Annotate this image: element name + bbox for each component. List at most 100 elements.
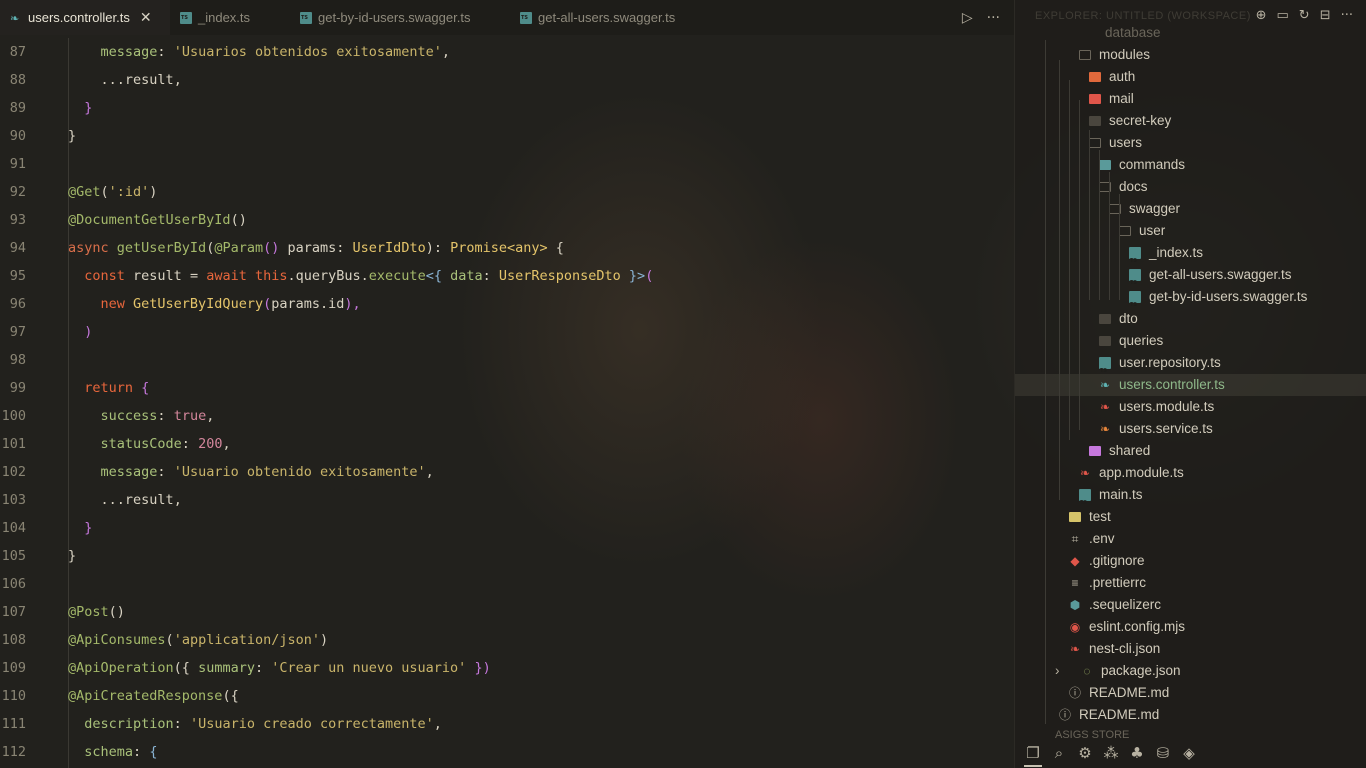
- tree-item[interactable]: ❧ users.controller.ts: [1015, 374, 1366, 396]
- run-icon[interactable]: ▷: [962, 10, 973, 26]
- code-line[interactable]: 103 ...result,: [0, 486, 1014, 514]
- code-line[interactable]: 93 @DocumentGetUserById(): [0, 206, 1014, 234]
- tree-item[interactable]: ≡ .prettierrc: [1015, 572, 1366, 594]
- code-line[interactable]: 111 description: 'Usuario creado correct…: [0, 710, 1014, 738]
- tree-item[interactable]: queries: [1015, 330, 1366, 352]
- panel-switcher: ❐ ⌕ ⚙ ⁂ ♣ ⛁ ◈: [1014, 738, 1366, 768]
- code-line[interactable]: 90}: [0, 122, 1014, 150]
- npm-icon: ◌: [1083, 664, 1091, 678]
- code-line[interactable]: 104 }: [0, 514, 1014, 542]
- code-line[interactable]: 97 ): [0, 318, 1014, 346]
- tree-icon[interactable]: ♣: [1128, 744, 1146, 762]
- code-line[interactable]: 94 async getUserById(@Param() params: Use…: [0, 234, 1014, 262]
- refresh-icon[interactable]: ↻: [1299, 8, 1310, 23]
- tree-item[interactable]: shared: [1015, 440, 1366, 462]
- nestjs-icon: ❧: [1099, 422, 1111, 436]
- code-line[interactable]: 107 @Post(): [0, 598, 1014, 626]
- tree-item[interactable]: get-by-id-users.swagger.ts: [1015, 286, 1366, 316]
- tree-item[interactable]: modules: [1015, 44, 1366, 66]
- tree-item[interactable]: _index.ts: [1015, 242, 1366, 272]
- tree-item-label: docs: [1119, 179, 1148, 194]
- code-token: ,: [206, 408, 215, 424]
- tab-users-controller-ts[interactable]: ❧ users.controller.ts ✕: [0, 0, 170, 35]
- tree-item[interactable]: ❧ users.service.ts: [1015, 418, 1366, 440]
- tree-item[interactable]: ◌ › package.json: [1015, 660, 1366, 682]
- collapse-all-icon[interactable]: ⊟: [1320, 8, 1331, 23]
- tree-item-label: users: [1109, 135, 1143, 150]
- more-icon[interactable]: ···: [1341, 8, 1353, 23]
- tree-item[interactable]: ⓘ README.md: [1015, 682, 1366, 704]
- tree-item[interactable]: ◉ eslint.config.mjs: [1015, 616, 1366, 638]
- tree-item[interactable]: swagger: [1015, 198, 1366, 220]
- code-text: }: [68, 542, 76, 570]
- code-line[interactable]: 108 @ApiConsumes('application/json'): [0, 626, 1014, 654]
- code-line[interactable]: 95 const result = await this.queryBus.ex…: [0, 262, 1014, 290]
- tree-item[interactable]: ❧ users.module.ts: [1015, 396, 1366, 418]
- extensions-icon[interactable]: ⁂: [1102, 744, 1120, 762]
- eslint-icon: ◉: [1069, 620, 1081, 634]
- tree-item[interactable]: secret-key: [1015, 110, 1366, 132]
- tree-item[interactable]: auth: [1015, 66, 1366, 88]
- tree-item-label: user: [1139, 223, 1166, 238]
- code-line[interactable]: 99 return {: [0, 374, 1014, 402]
- tab-get-all-users-swagger-ts[interactable]: get-all-users.swagger.ts: [510, 0, 700, 35]
- tree-item[interactable]: docs: [1015, 176, 1366, 198]
- code-line[interactable]: 101 statusCode: 200,: [0, 430, 1014, 458]
- new-file-icon[interactable]: ⊕: [1256, 8, 1267, 23]
- test-folder-icon: [1069, 512, 1081, 522]
- new-folder-icon[interactable]: ▭: [1276, 8, 1288, 23]
- tree-item[interactable]: mail: [1015, 88, 1366, 110]
- tree-item[interactable]: test: [1015, 506, 1366, 528]
- code-line[interactable]: 112 schema: {: [0, 738, 1014, 766]
- tree-item[interactable]: user: [1015, 220, 1366, 242]
- typescript-icon: [1129, 291, 1141, 316]
- tree-item-label: commands: [1119, 157, 1186, 172]
- code-token: ,: [173, 72, 182, 88]
- layers-icon[interactable]: ◈: [1180, 744, 1198, 762]
- tree-item[interactable]: ⬢ .sequelizerc: [1015, 594, 1366, 616]
- tree-item[interactable]: user.repository.ts: [1015, 352, 1366, 382]
- code-line[interactable]: 110 @ApiCreatedResponse({: [0, 682, 1014, 710]
- code-token: (: [165, 632, 174, 648]
- tree-item[interactable]: ◆ .gitignore: [1015, 550, 1366, 572]
- code-line[interactable]: 88 ...result,: [0, 66, 1014, 94]
- tree-item[interactable]: ⓘ README.md: [1015, 704, 1366, 726]
- tab--index-ts[interactable]: _index.ts: [170, 0, 290, 35]
- tree-item[interactable]: get-all-users.swagger.ts: [1015, 264, 1366, 294]
- code-line[interactable]: 89 }: [0, 94, 1014, 122]
- source-control-icon[interactable]: ⚙: [1076, 744, 1094, 762]
- chevron-right-icon[interactable]: ›: [1055, 660, 1060, 682]
- code-line[interactable]: 91: [0, 150, 1014, 178]
- more-actions-icon[interactable]: ···: [987, 10, 1000, 26]
- info-icon: ⓘ: [1059, 708, 1072, 722]
- code-line[interactable]: 106: [0, 570, 1014, 598]
- code-line[interactable]: 98: [0, 346, 1014, 374]
- code-line[interactable]: 102 message: 'Usuario obtenido exitosame…: [0, 458, 1014, 486]
- tree-item[interactable]: main.ts: [1015, 484, 1366, 514]
- code-editor[interactable]: ❧ users.controller.ts ✕ _index.ts get-by-id-…: [0, 0, 1014, 768]
- code-line[interactable]: 100 success: true,: [0, 402, 1014, 430]
- tree-item[interactable]: users: [1015, 132, 1366, 154]
- code-line[interactable]: 105}: [0, 542, 1014, 570]
- tree-item[interactable]: ❧ app.module.ts: [1015, 462, 1366, 484]
- tree-item[interactable]: ⌗ .env: [1015, 528, 1366, 550]
- folder-icon: [1099, 336, 1111, 346]
- tree-item-partial-top[interactable]: database: [1015, 22, 1366, 44]
- tree-item[interactable]: dto: [1015, 308, 1366, 330]
- code-token: statusCode: [100, 436, 182, 452]
- tree-item[interactable]: ❧ nest-cli.json: [1015, 638, 1366, 660]
- code-line[interactable]: 96 new GetUserByIdQuery(params.id),: [0, 290, 1014, 318]
- search-icon[interactable]: ⌕: [1050, 744, 1068, 762]
- files-icon[interactable]: ❐: [1024, 744, 1042, 767]
- tree-item[interactable]: commands: [1015, 154, 1366, 176]
- nestjs-icon: ❧: [10, 12, 20, 25]
- database-icon[interactable]: ⛁: [1154, 744, 1172, 762]
- code-token: 'application/json': [173, 632, 320, 648]
- code-line[interactable]: 87 message: 'Usuarios obtenidos exitosam…: [0, 38, 1014, 66]
- close-icon[interactable]: ✕: [140, 9, 152, 26]
- code-line[interactable]: 109 @ApiOperation({ summary: 'Crear un nu…: [0, 654, 1014, 682]
- tab-get-by-id-users-swagger-ts[interactable]: get-by-id-users.swagger.ts: [290, 0, 510, 35]
- code-line[interactable]: 92 @Get(':id'): [0, 178, 1014, 206]
